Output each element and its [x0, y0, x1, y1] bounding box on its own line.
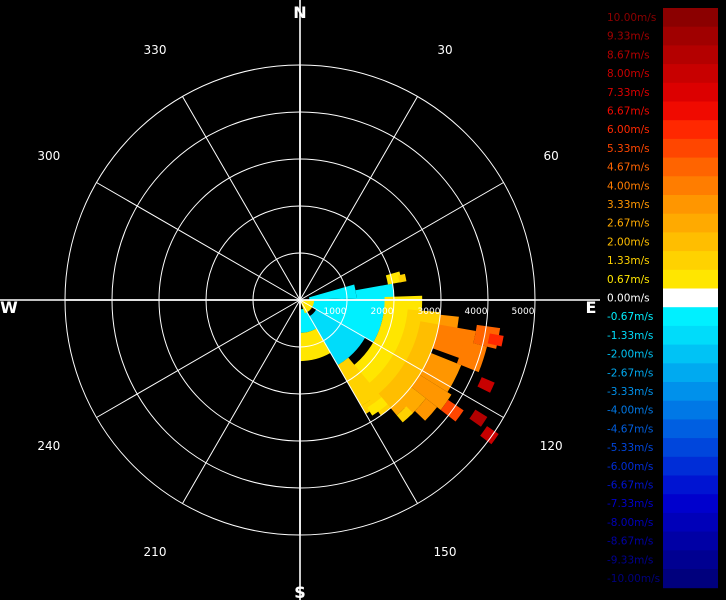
- range-label-4000: 4000: [465, 307, 488, 317]
- legend-label-13: 1.33m/s: [607, 255, 650, 267]
- legend-swatch-4: [663, 82, 718, 102]
- legend-label-21: -4.00m/s: [607, 405, 653, 417]
- legend-swatch-26: [663, 494, 718, 514]
- velocity-sector-0: [309, 284, 357, 300]
- polar-grid: [0, 0, 600, 600]
- legend-label-26: -7.33m/s: [607, 498, 653, 510]
- legend-label-14: 0.67m/s: [607, 274, 650, 286]
- legend-swatch-2: [663, 45, 718, 65]
- cardinal-label-e: E: [586, 298, 597, 317]
- legend-label-19: -2.67m/s: [607, 367, 653, 379]
- bearing-line-210: [182, 299, 301, 504]
- legend-label-5: 6.67m/s: [607, 106, 650, 118]
- legend-label-9: 4.00m/s: [607, 180, 650, 192]
- legend-swatch-12: [663, 232, 718, 252]
- cardinal-label-s: S: [294, 583, 306, 600]
- legend-swatch-3: [663, 64, 718, 84]
- bearing-line-240: [96, 299, 301, 418]
- bearing-label-330: 330: [144, 43, 167, 57]
- legend-label-2: 8.67m/s: [607, 49, 650, 61]
- legend-swatch-19: [663, 363, 718, 383]
- bearing-label-120: 120: [540, 439, 563, 453]
- legend-label-22: -4.67m/s: [607, 423, 653, 435]
- legend-label-7: 5.33m/s: [607, 143, 650, 155]
- legend-swatch-29: [663, 550, 718, 570]
- legend-label-25: -6.67m/s: [607, 480, 653, 492]
- legend-label-23: -5.33m/s: [607, 442, 653, 454]
- legend-swatch-21: [663, 400, 718, 420]
- bearing-label-60: 60: [544, 149, 559, 163]
- legend-swatch-27: [663, 512, 718, 533]
- bearing-label-240: 240: [37, 439, 60, 453]
- legend-swatch-6: [663, 120, 718, 140]
- legend-label-0: 10.00m/s: [607, 12, 656, 24]
- velocity-sectors: [300, 271, 504, 445]
- polar-velocity-chart: N E S W 30 60 120 150 210 240 300 330 1000 2000 3000 40…: [0, 0, 718, 600]
- legend-label-16: -0.67m/s: [607, 311, 653, 323]
- bearing-label-210: 210: [144, 545, 167, 559]
- legend-swatch-25: [663, 475, 718, 495]
- legend-swatch-20: [663, 382, 718, 402]
- velocity-color-legend: 10.00m/s 9.33m/s 8.67m/s 8.00m/s 7.33m/s 6.67…: [607, 8, 718, 589]
- legend-swatch-0: [663, 8, 718, 28]
- legend-swatch-18: [663, 344, 718, 364]
- legend-label-12: 2.00m/s: [607, 236, 650, 248]
- legend-label-4: 7.33m/s: [607, 87, 650, 99]
- legend-label-11: 2.67m/s: [607, 218, 650, 230]
- legend-swatch-23: [663, 438, 718, 458]
- legend-label-28: -8.67m/s: [607, 536, 653, 548]
- legend-swatch-15: [663, 288, 718, 308]
- legend-label-18: -2.00m/s: [607, 349, 653, 361]
- legend-label-29: -9.33m/s: [607, 554, 653, 566]
- legend-label-8: 4.67m/s: [607, 162, 650, 174]
- legend-swatch-17: [663, 325, 718, 346]
- legend-swatch-7: [663, 138, 718, 159]
- legend-swatch-1: [663, 26, 718, 46]
- legend-swatch-5: [663, 101, 718, 121]
- legend-label-20: -3.33m/s: [607, 386, 653, 398]
- legend-label-10: 3.33m/s: [607, 199, 650, 211]
- cardinal-label-n: N: [293, 3, 306, 22]
- legend-swatch-13: [663, 251, 718, 271]
- legend-label-24: -6.00m/s: [607, 461, 653, 473]
- legend-label-3: 8.00m/s: [607, 68, 650, 80]
- legend-label-6: 6.00m/s: [607, 124, 650, 136]
- bearing-line-30: [299, 96, 418, 301]
- bearing-label-30: 30: [437, 43, 452, 57]
- legend-label-30: -10.00m/s: [607, 573, 660, 585]
- legend-swatch-9: [663, 176, 718, 196]
- legend-label-15: 0.00m/s: [607, 293, 650, 305]
- bearing-label-150: 150: [434, 545, 457, 559]
- legend-swatch-24: [663, 456, 718, 476]
- bearing-line-60: [299, 182, 504, 301]
- velocity-sector-22: [477, 377, 495, 393]
- legend-swatch-10: [663, 195, 718, 215]
- cardinal-label-w: W: [0, 298, 18, 317]
- legend-label-17: -1.33m/s: [607, 330, 653, 342]
- legend-swatch-11: [663, 213, 718, 233]
- range-label-3000: 3000: [418, 307, 441, 317]
- legend-swatch-30: [663, 569, 718, 589]
- legend-swatch-14: [663, 269, 718, 289]
- legend-swatch-16: [663, 307, 718, 327]
- legend-swatch-22: [663, 419, 718, 439]
- velocity-sector-23: [469, 409, 488, 427]
- legend-swatch-8: [663, 157, 718, 177]
- range-label-5000: 5000: [512, 307, 535, 317]
- range-label-2000: 2000: [371, 307, 394, 317]
- legend-label-27: -8.00m/s: [607, 517, 653, 529]
- range-label-1000: 1000: [324, 307, 347, 317]
- bearing-line-330: [182, 96, 301, 301]
- legend-swatch-28: [663, 531, 718, 551]
- bearing-line-300: [96, 182, 301, 301]
- legend-label-1: 9.33m/s: [607, 31, 650, 43]
- bearing-label-300: 300: [37, 149, 60, 163]
